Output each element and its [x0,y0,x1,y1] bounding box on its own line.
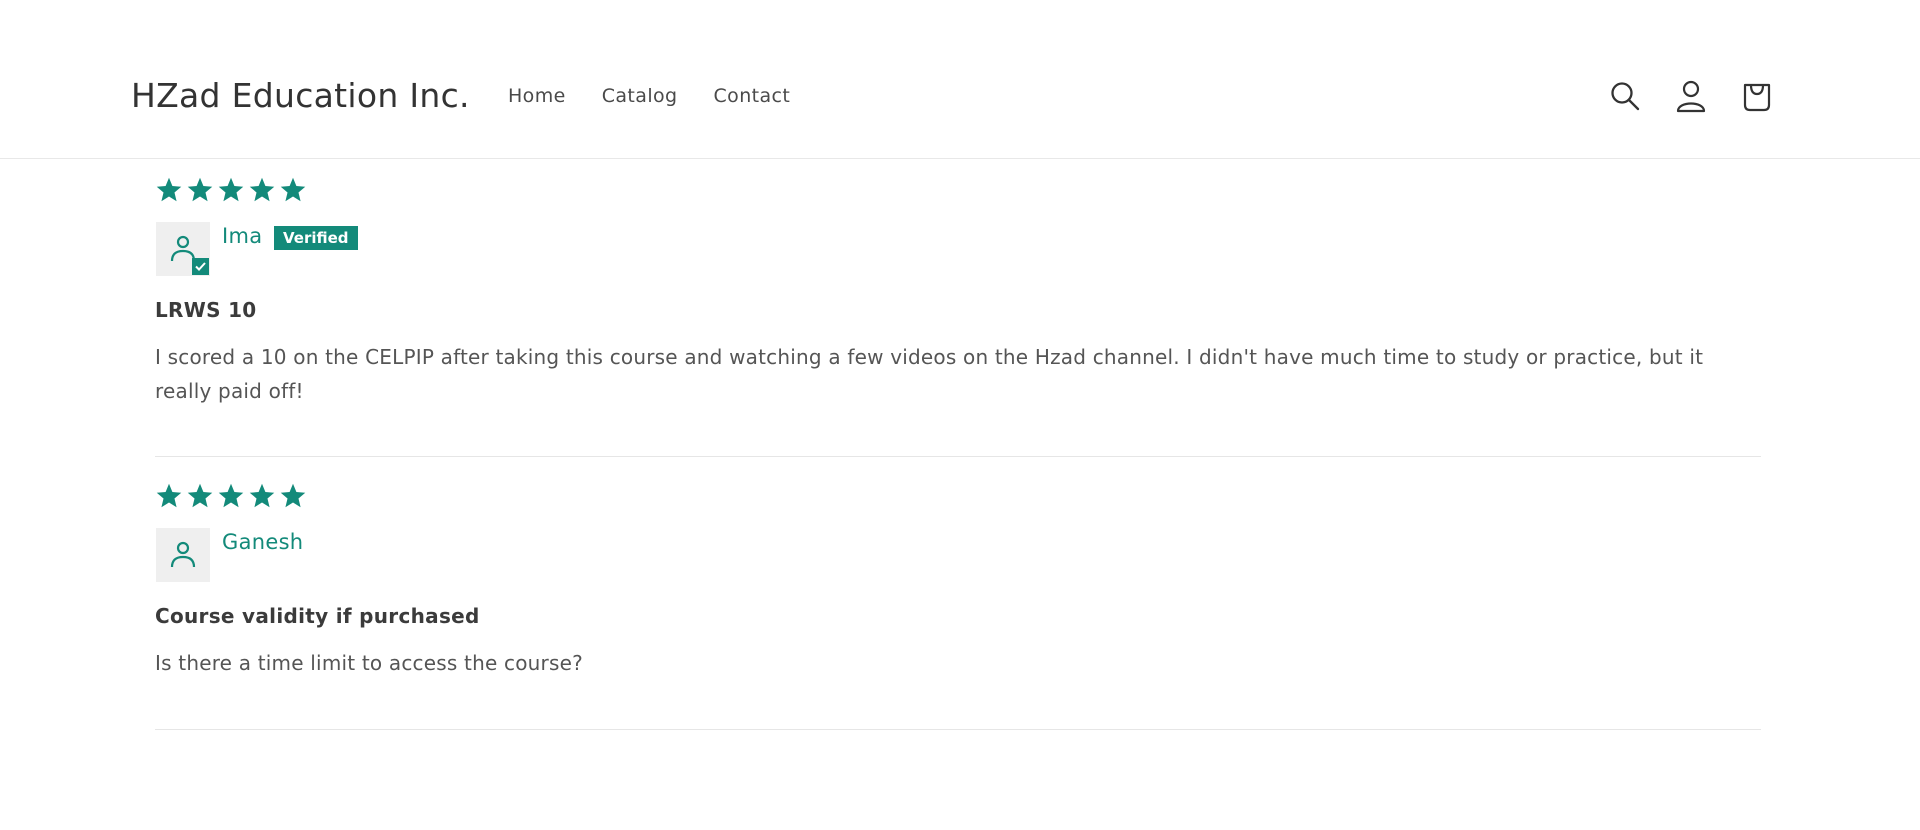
site-header: HZad Education Inc. Home Catalog Contact [0,0,1920,159]
account-icon [1676,80,1706,113]
cart-button[interactable] [1737,78,1777,114]
verified-check-badge [192,258,209,275]
star-icon [218,177,244,202]
star-icon [280,177,306,202]
star-icon [156,177,182,202]
verified-badge: Verified [274,226,358,250]
review-divider [155,456,1761,457]
nav-catalog[interactable]: Catalog [602,85,678,107]
nav-contact[interactable]: Contact [714,85,791,107]
review-author-name: Ima [222,224,263,248]
review-title: Course validity if purchased [155,604,480,628]
star-icon [249,483,275,508]
account-button[interactable] [1671,78,1711,114]
review-author-row: Ganesh [155,528,1761,584]
search-button[interactable] [1605,78,1645,114]
check-icon [195,262,206,271]
header-icons [1605,78,1777,114]
star-rating [155,482,1761,512]
review-body: I scored a 10 on the CELPIP after taking… [155,345,1704,403]
star-icon [280,483,306,508]
review-item: Ima Verified LRWS 10 I scored a 10 on th… [155,176,1761,408]
review-author-row: Ima Verified [155,222,1761,278]
brand-logo-text[interactable]: HZad Education Inc. [131,76,470,115]
review-title: LRWS 10 [155,298,257,322]
star-icon [187,177,213,202]
review-author-name: Ganesh [222,530,304,554]
review-body: Is there a time limit to access the cour… [155,651,583,675]
search-icon [1611,82,1640,111]
review-divider [155,729,1761,730]
review-item: Ganesh Course validity if purchased Is t… [155,482,1761,680]
star-icon [249,177,275,202]
user-icon [170,541,196,568]
main-nav: Home Catalog Contact [508,85,826,107]
nav-home[interactable]: Home [508,85,566,107]
avatar [156,222,210,276]
star-rating [155,176,1761,206]
star-icon [156,483,182,508]
cart-icon [1743,83,1771,112]
star-icon [187,483,213,508]
avatar [156,528,210,582]
star-icon [218,483,244,508]
